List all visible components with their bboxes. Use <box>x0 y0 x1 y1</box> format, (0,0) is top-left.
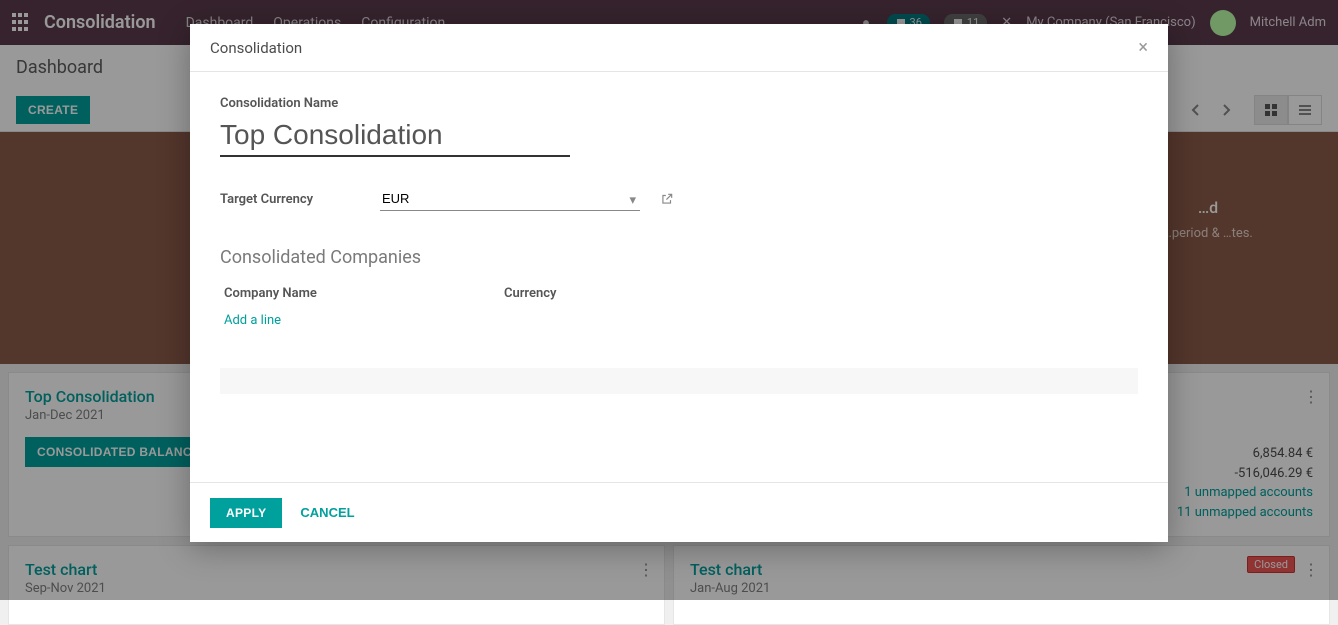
currency-input[interactable] <box>380 187 640 211</box>
th-company: Company Name <box>224 286 504 301</box>
currency-row: Target Currency ▾ <box>220 187 1138 211</box>
consolidation-name-input[interactable] <box>220 115 570 157</box>
list-footer <box>220 368 1138 394</box>
modal-body: Consolidation Name Target Currency ▾ Con… <box>190 72 1168 482</box>
section-title: Consolidated Companies <box>220 247 1138 268</box>
companies-list: Company Name Currency Add a line <box>220 280 1138 394</box>
modal-footer: APPLY CANCEL <box>190 482 1168 542</box>
apply-button[interactable]: APPLY <box>210 498 282 528</box>
external-link-icon[interactable] <box>660 192 674 206</box>
currency-label: Target Currency <box>220 192 360 207</box>
modal-header: Consolidation × <box>190 24 1168 72</box>
modal-dialog: Consolidation × Consolidation Name Targe… <box>190 24 1168 542</box>
modal-title: Consolidation <box>210 39 302 57</box>
close-icon[interactable]: × <box>1138 37 1148 58</box>
th-currency: Currency <box>504 286 704 301</box>
cancel-button[interactable]: CANCEL <box>300 505 354 520</box>
add-line-link[interactable]: Add a line <box>220 307 1138 334</box>
currency-select[interactable]: ▾ <box>380 187 640 211</box>
table-header: Company Name Currency <box>220 280 1138 307</box>
name-label: Consolidation Name <box>220 96 1138 111</box>
